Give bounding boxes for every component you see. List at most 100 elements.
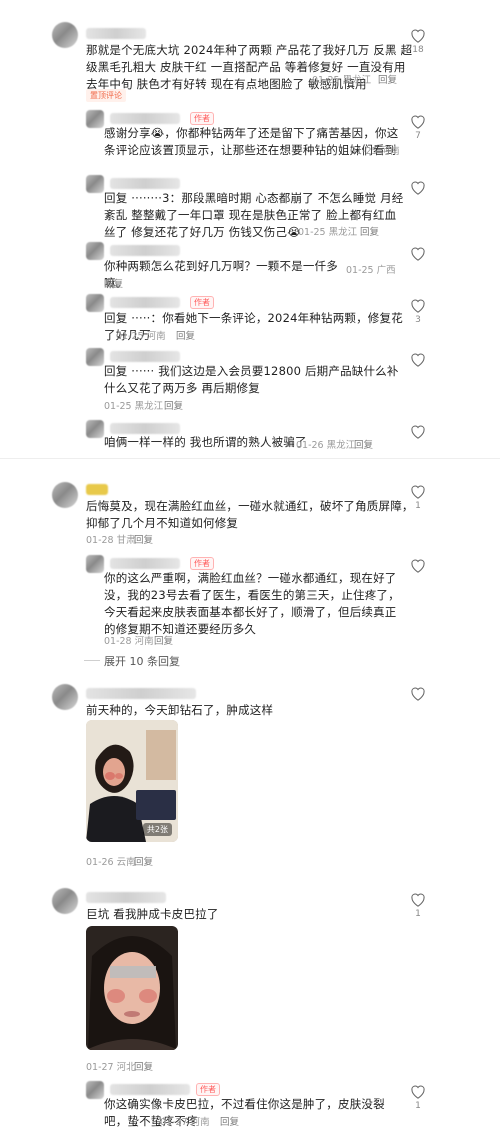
expand-replies-button[interactable]: 展开 10 条回复 <box>104 653 180 669</box>
avatar[interactable] <box>86 294 104 312</box>
avatar[interactable] <box>52 888 78 914</box>
reply-button[interactable]: 回复 <box>360 224 379 238</box>
heart-outline-icon <box>411 299 425 313</box>
reply-text: 你这确实像卡皮巴拉，不过看住你这是肿了，皮肤没裂吧，蛰不蛰疼不疼 <box>104 1097 385 1128</box>
like-button[interactable]: 1 <box>410 1084 426 1111</box>
photo-face <box>86 926 178 1050</box>
avatar[interactable] <box>86 1081 104 1099</box>
time-location: 01-25 黑龙江 <box>312 75 372 86</box>
thread-divider <box>0 458 500 459</box>
heart-outline-icon <box>411 1085 425 1099</box>
like-button[interactable] <box>410 352 426 367</box>
heart-outline-icon <box>411 181 425 195</box>
like-count: 7 <box>415 131 421 141</box>
time-location: 01-25 广西 <box>346 265 396 276</box>
like-button[interactable] <box>410 558 426 573</box>
reply-button[interactable]: 回复 <box>164 398 183 412</box>
comment-text: 前天种的，今天卸钻石了，肿成这样 <box>86 703 274 717</box>
comment-photo[interactable] <box>86 926 178 1050</box>
username-blurred[interactable] <box>110 245 180 256</box>
reply-button[interactable]: 回复 <box>134 532 153 546</box>
username-blurred[interactable] <box>86 688 196 699</box>
time-location: 01-26 云南 <box>86 857 136 868</box>
reply-text: 你种两颗怎么花到好几万啊？一颗不是一仟多嘛。 <box>104 259 338 290</box>
like-count: 1 <box>415 1101 421 1111</box>
comment-text: 后悔莫及，现在满脸红血丝，一碰水就通红，破坏了角质屏障，抑郁了几个月不知道如何修… <box>86 499 414 530</box>
avatar[interactable] <box>86 242 104 260</box>
like-button[interactable]: 18 <box>410 28 426 55</box>
heart-outline-icon <box>411 247 425 261</box>
like-button[interactable] <box>410 686 426 701</box>
username-blurred[interactable] <box>110 178 180 189</box>
reply-button[interactable]: 回复 <box>354 437 373 451</box>
author-badge: 作者 <box>190 557 214 570</box>
heart-outline-icon <box>411 893 425 907</box>
username-blurred[interactable] <box>110 423 180 434</box>
avatar[interactable] <box>86 348 104 366</box>
author-badge: 作者 <box>190 112 214 125</box>
reply-text: 你的这么严重啊，满脸红血丝？一碰水都通红，现在好了没，我的23号去看了医生，看医… <box>104 571 400 636</box>
heart-outline-icon <box>411 687 425 701</box>
heart-outline-icon <box>411 115 425 129</box>
username-blurred[interactable] <box>86 28 146 39</box>
avatar[interactable] <box>52 22 78 48</box>
reply-button[interactable]: 回复 <box>154 633 173 647</box>
like-button[interactable] <box>410 246 426 261</box>
comment-1: 那就是个无底大坑 2024年种了两颗 产品花了我好几万 反黑 超级黑毛孔粗大 皮… <box>0 0 500 455</box>
author-badge: 作者 <box>196 1083 220 1096</box>
pinned-comment-badge: 置顶评论 <box>86 89 126 102</box>
like-count: 1 <box>415 909 421 919</box>
like-button[interactable] <box>410 180 426 195</box>
author-badge: 作者 <box>190 296 214 309</box>
time-location: 01-28 甘肃 <box>86 535 136 546</box>
comment-text: 巨坑 看我肿成卡皮巴拉了 <box>86 907 219 921</box>
time-location: 01-26 黑龙江 <box>296 440 356 451</box>
username-blurred[interactable] <box>110 113 180 124</box>
like-button[interactable] <box>410 424 426 439</box>
avatar[interactable] <box>86 110 104 128</box>
reply-text: 回复 ········3：那段黑暗时期 心态都崩了 不怎么睡觉 月经紊乱 整整戴… <box>104 191 404 239</box>
like-button[interactable]: 3 <box>410 298 426 325</box>
like-count: 1 <box>415 501 421 511</box>
reply-button[interactable]: 回复 <box>378 72 397 86</box>
username-blurred[interactable] <box>86 484 108 495</box>
heart-outline-icon <box>411 353 425 367</box>
avatar[interactable] <box>86 555 104 573</box>
like-button[interactable]: 1 <box>410 892 426 919</box>
avatar[interactable] <box>52 684 78 710</box>
avatar[interactable] <box>52 482 78 508</box>
expand-line <box>84 660 100 661</box>
heart-outline-icon <box>411 425 425 439</box>
time-location: 01-25 河南 <box>350 146 400 157</box>
like-count: 18 <box>412 45 424 55</box>
reply-button[interactable]: 回复 <box>104 276 123 290</box>
time-location: 01-25 黑龙江 <box>298 227 358 238</box>
reply-button[interactable]: 回复 <box>220 1114 239 1128</box>
time-location: 01-25 黑龙江 <box>104 401 164 412</box>
like-button[interactable]: 1 <box>410 484 426 511</box>
time-location: 01-27 河南 <box>160 1117 210 1128</box>
reply-button[interactable]: 回复 <box>176 328 195 342</box>
like-count: 3 <box>415 315 421 325</box>
time-location: 01-25 河南 <box>116 331 166 342</box>
like-button[interactable]: 7 <box>410 114 426 141</box>
username-blurred[interactable] <box>86 892 166 903</box>
username-blurred[interactable] <box>110 558 180 569</box>
username-blurred[interactable] <box>110 1084 190 1095</box>
comment-3: 前天种的，今天卸钻石了，肿成这样 共2张 01-26 云南 回复 <box>0 678 500 868</box>
reply-button[interactable]: 回复 <box>134 1059 153 1073</box>
username-blurred[interactable] <box>110 351 180 362</box>
reply-button[interactable]: 回复 <box>134 854 153 868</box>
heart-outline-icon <box>411 485 425 499</box>
time-location: 01-27 河北 <box>86 1062 136 1073</box>
avatar[interactable] <box>86 420 104 438</box>
heart-outline-icon <box>411 29 425 43</box>
time-location: 01-28 河南 <box>104 636 154 647</box>
avatar[interactable] <box>86 175 104 193</box>
username-blurred[interactable] <box>110 297 180 308</box>
comment-4: 巨坑 看我肿成卡皮巴拉了 01-27 河北 回复 1 作者 你这确实像卡皮巴拉，… <box>0 884 500 1129</box>
reply-text: 回复 ······ 我们这边是入会员要12800 后期产品缺什么补什么又花了两万… <box>104 364 399 395</box>
comment-photo[interactable]: 共2张 <box>86 720 178 842</box>
comment-2: 后悔莫及，现在满脸红血丝，一碰水就通红，破坏了角质屏障，抑郁了几个月不知道如何修… <box>0 460 500 670</box>
photo-count-badge: 共2张 <box>142 823 172 836</box>
